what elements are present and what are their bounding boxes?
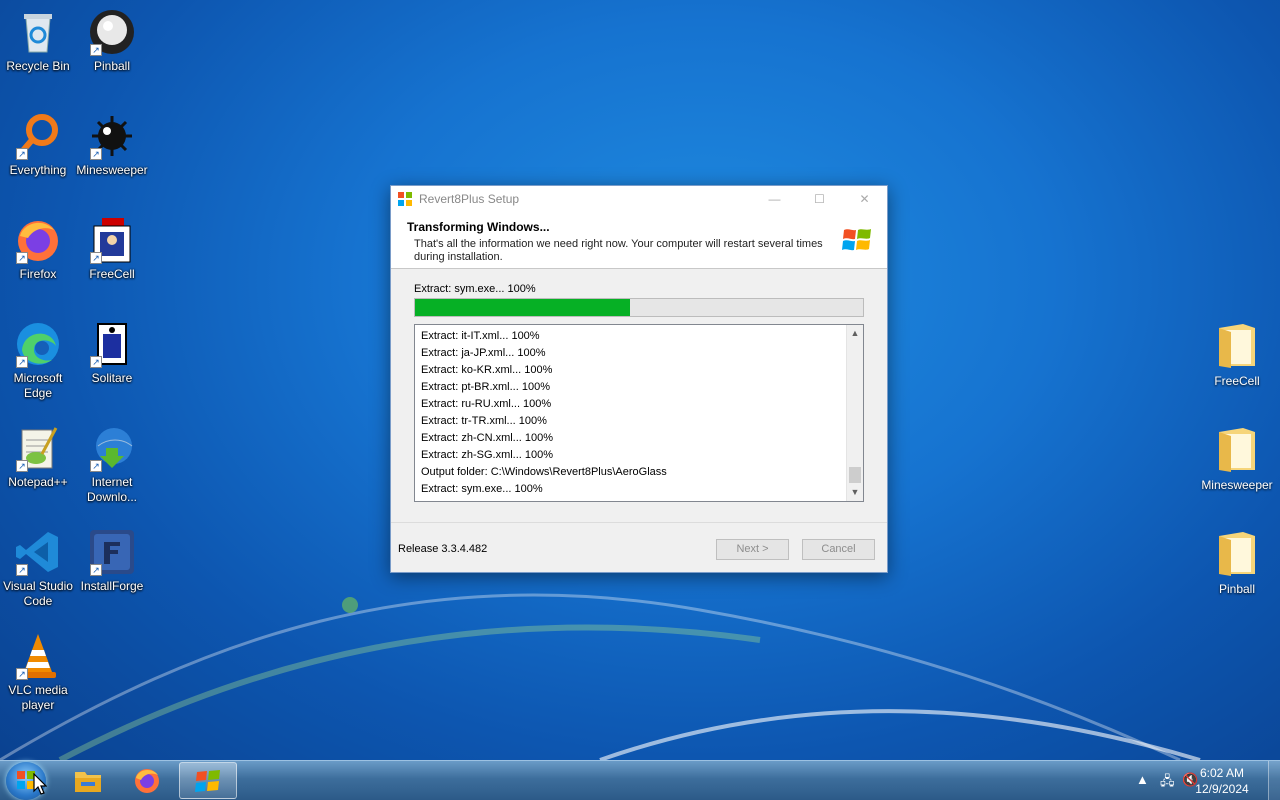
log-entry: Extract: pt-BR.xml... 100% [421,381,550,393]
desktop-icon-vlc[interactable]: ↗ VLC media player [0,632,76,713]
taskbar-explorer[interactable] [60,762,118,799]
taskbar-setup[interactable] [179,762,237,799]
dialog-body: Extract: sym.exe... 100% Extract: it-IT.… [391,269,887,522]
desktop-folder-freecell[interactable]: FreeCell [1197,322,1277,388]
windows-flag-icon [195,770,220,792]
desktop-icon-label: InstallForge [80,579,144,593]
release-label: Release 3.3.4.482 [398,543,488,555]
folder-label: Minesweeper [1201,478,1273,492]
cancel-button[interactable]: Cancel [802,539,875,560]
system-tray: ▲ 🖧 🔇 6:02 AM 12/9/2024 [1120,761,1280,800]
log-entry: Extract: zh-CN.xml... 100% [421,432,554,444]
desktop-icon-label: Visual Studio Code [3,579,73,608]
log-entry: Output folder: C:\Windows\Revert8Plus\Ae… [421,466,667,478]
desktop-icon-label: FreeCell [89,267,135,281]
log-list: Extract: it-IT.xml... 100% Extract: ja-JP… [415,325,863,498]
folder-icon [1219,428,1255,472]
desktop-icon-label: Internet Downlo... [86,475,138,504]
clock-date: 12/9/2024 [1195,782,1249,796]
desktop-icon-label: Firefox [19,267,57,281]
windows-flag-icon [842,229,871,251]
folder-icon [1219,324,1255,368]
log-entry: Extract: ko-KR.xml... 100% [421,364,553,376]
log-scrollbar[interactable]: ▲ ▼ [846,325,863,501]
header-title: Transforming Windows... [407,220,550,234]
taskbar-firefox[interactable] [119,762,177,799]
desktop-icon-pinball[interactable]: ↗ Pinball [74,8,150,74]
show-hidden-icons-icon[interactable]: ▲ [1136,772,1149,787]
log-entry: Extract: ru-RU.xml... 100% [421,398,552,410]
header-subtitle: That's all the information we need right… [414,238,823,263]
desktop-icon-label: Everything [9,163,67,177]
desktop-icon-label: Microsoft Edge [13,371,63,400]
clock[interactable]: 6:02 AM 12/9/2024 [1192,765,1252,797]
desktop-icon-label: Minesweeper [76,163,148,177]
log-entry: Extract: ja-JP.xml... 100% [421,347,546,359]
dialog-footer: Release 3.3.4.482 Next > Cancel [391,522,887,572]
desktop-icon-label: Pinball [93,59,131,73]
next-button[interactable]: Next > [716,539,789,560]
network-icon[interactable]: 🖧 [1160,772,1175,794]
desktop-folder-minesweeper[interactable]: Minesweeper [1197,426,1277,492]
desktop-icon-notepadpp[interactable]: ↗ Notepad++ [0,424,76,490]
desktop-icon-firefox[interactable]: ↗ Firefox [0,216,76,282]
taskbar: ▲ 🖧 🔇 6:02 AM 12/9/2024 [0,760,1280,800]
file-explorer-icon [75,772,101,792]
progress-fill [415,299,631,316]
scroll-up-arrow-icon[interactable]: ▲ [847,325,863,342]
setup-dialog: Revert8Plus Setup — ☐ ✕ Transforming Win… [390,185,888,573]
dialog-header: Transforming Windows... That's all the i… [391,212,887,269]
desktop-icon-idm[interactable]: ↗ Internet Downlo... [74,424,150,505]
desktop-icon-solitaire[interactable]: ↗ Solitare [74,320,150,386]
desktop-icon-label: Recycle Bin [6,59,70,73]
folder-icon [1219,532,1255,576]
desktop-icon-minesweeper[interactable]: ↗ Minesweeper [74,112,150,178]
dialog-title: Revert8Plus Setup [419,192,520,206]
desktop-icon-label: Solitare [91,371,133,385]
dialog-titlebar[interactable]: Revert8Plus Setup — ☐ ✕ [391,186,887,212]
scroll-thumb[interactable] [849,467,861,483]
folder-label: FreeCell [1214,374,1260,388]
desktop-icon-edge[interactable]: ↗ Microsoft Edge [0,320,76,401]
minimize-button[interactable]: — [752,186,797,212]
scroll-down-arrow-icon[interactable]: ▼ [847,484,863,501]
mouse-cursor-icon [33,773,47,795]
recycle-bin-icon [24,14,52,53]
folder-label: Pinball [1218,582,1256,596]
show-desktop-button[interactable] [1268,761,1280,800]
desktop-icon-label: VLC media player [8,683,68,712]
log-entry: Extract: zh-SG.xml... 100% [421,449,554,461]
clock-time: 6:02 AM [1199,766,1245,780]
log-entry: Extract: tr-TR.xml... 100% [421,415,547,427]
desktop-icon-installforge[interactable]: ↗ InstallForge [74,528,150,594]
close-button[interactable]: ✕ [842,186,887,212]
progress-bar [414,298,864,317]
firefox-icon [135,769,159,793]
log-entry: Extract: sym.exe... 100% [421,483,543,495]
desktop-folder-pinball[interactable]: Pinball [1197,530,1277,596]
desktop-icon-freecell[interactable]: ↗ FreeCell [74,216,150,282]
desktop-icon-vscode[interactable]: ↗ Visual Studio Code [0,528,76,609]
desktop-icon-recycle-bin[interactable]: Recycle Bin [0,8,76,74]
maximize-button[interactable]: ☐ [797,186,842,212]
status-text: Extract: sym.exe... 100% [414,283,536,295]
log-entry: Extract: it-IT.xml... 100% [421,330,540,342]
desktop-icon-label: Notepad++ [8,475,68,489]
desktop-icon-everything[interactable]: ↗ Everything [0,112,76,178]
log-listbox[interactable]: Extract: it-IT.xml... 100% Extract: ja-JP… [414,324,864,502]
windows-logo-icon [398,192,412,206]
